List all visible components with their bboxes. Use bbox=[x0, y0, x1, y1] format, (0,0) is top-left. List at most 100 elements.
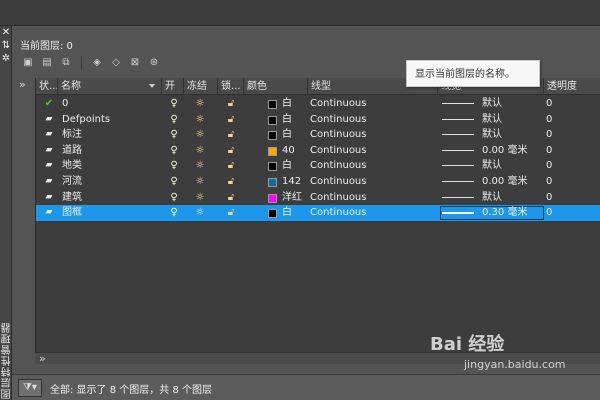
linetype-name[interactable]: Continuous bbox=[310, 112, 430, 128]
expand-filter-tree-icon[interactable]: » bbox=[16, 78, 34, 92]
set-current-icon[interactable]: ⊛ bbox=[146, 55, 162, 71]
pin-icon[interactable]: ⇅ bbox=[0, 39, 12, 52]
lineweight-sample bbox=[442, 103, 474, 104]
padlock-unlocked-icon[interactable]: 🔓︎ bbox=[221, 112, 241, 128]
transparency-value[interactable]: 0 bbox=[546, 112, 586, 128]
lightbulb-on-icon[interactable]: ♀ bbox=[166, 112, 182, 128]
delete-layer-icon[interactable]: ⊠ bbox=[127, 55, 143, 71]
layer-name[interactable]: 标注 bbox=[62, 127, 160, 143]
layer-sheet-icon: ▰ bbox=[45, 129, 53, 140]
column-header-color[interactable]: 颜色 bbox=[244, 78, 308, 95]
new-property-filter-icon[interactable]: ▣ bbox=[20, 55, 36, 71]
linetype-name[interactable]: Continuous bbox=[310, 127, 430, 143]
lineweight-value[interactable]: 0.00 毫米 bbox=[482, 174, 542, 190]
layer-name[interactable]: 地类 bbox=[62, 158, 160, 174]
padlock-unlocked-icon[interactable]: 🔓︎ bbox=[221, 190, 241, 206]
lightbulb-on-icon[interactable]: ♀ bbox=[166, 174, 182, 190]
color-swatch[interactable] bbox=[268, 146, 277, 156]
transparency-value[interactable]: 0 bbox=[546, 205, 586, 221]
sun-thawed-icon[interactable]: ☼ bbox=[188, 205, 212, 221]
linetype-name[interactable]: Continuous bbox=[310, 174, 430, 190]
lineweight-value[interactable]: 默认 bbox=[482, 112, 542, 128]
watermark-brand: Bai 经验 bbox=[430, 334, 505, 355]
layer-name[interactable]: 河流 bbox=[62, 174, 160, 190]
color-swatch[interactable] bbox=[268, 162, 277, 172]
sun-thawed-icon[interactable]: ☼ bbox=[188, 158, 212, 174]
color-swatch[interactable] bbox=[268, 193, 277, 203]
padlock-unlocked-icon[interactable]: 🔓︎ bbox=[221, 96, 241, 112]
filter-tree-pane: » bbox=[16, 78, 34, 358]
lightbulb-on-icon[interactable]: ♀ bbox=[166, 96, 182, 112]
transparency-value[interactable]: 0 bbox=[546, 127, 586, 143]
column-header-freeze[interactable]: 冻结 bbox=[184, 78, 218, 95]
lineweight-sample bbox=[442, 165, 474, 167]
scroll-expand-icon[interactable]: » bbox=[39, 352, 46, 365]
linetype-name[interactable]: Continuous bbox=[310, 158, 430, 174]
new-layer-vp-frozen-icon[interactable]: ◇ bbox=[108, 55, 124, 71]
column-header-on[interactable]: 开 bbox=[162, 78, 184, 95]
linetype-name[interactable]: Continuous bbox=[310, 96, 430, 112]
color-swatch[interactable] bbox=[268, 100, 277, 109]
lineweight-sample bbox=[442, 212, 474, 215]
new-layer-icon[interactable]: ◈ bbox=[89, 55, 105, 71]
transparency-value[interactable]: 0 bbox=[546, 174, 586, 190]
layer-row[interactable]: ▰ 标注 ♀ ☼ 🔓︎ 白 Continuous 默认 0 bbox=[36, 127, 600, 143]
layer-row[interactable]: ▰ 建筑 ♀ ☼ 🔓︎ 洋红 Continuous 默认 0 bbox=[36, 190, 600, 206]
lightbulb-on-icon[interactable]: ♀ bbox=[166, 190, 182, 206]
layer-name[interactable]: 建筑 bbox=[62, 190, 160, 206]
padlock-unlocked-icon[interactable]: 🔓︎ bbox=[221, 158, 241, 174]
transparency-value[interactable]: 0 bbox=[546, 143, 586, 159]
lightbulb-on-icon[interactable]: ♀ bbox=[166, 127, 182, 143]
layer-name[interactable]: Defpoints bbox=[62, 112, 160, 128]
lineweight-value[interactable]: 默认 bbox=[482, 96, 542, 112]
lineweight-value[interactable]: 默认 bbox=[482, 127, 542, 143]
layer-name[interactable]: 道路 bbox=[62, 143, 160, 159]
layer-states-manager-icon[interactable]: ⧉ bbox=[58, 55, 74, 71]
layer-name[interactable]: 图框 bbox=[62, 205, 160, 221]
column-header-status[interactable]: 状... bbox=[36, 78, 58, 95]
column-header-name[interactable]: 名称 bbox=[58, 78, 162, 95]
sun-thawed-icon[interactable]: ☼ bbox=[188, 127, 212, 143]
linetype-name[interactable]: Continuous bbox=[310, 205, 430, 221]
linetype-name[interactable]: Continuous bbox=[310, 143, 430, 159]
layer-row[interactable]: ▰ 道路 ♀ ☼ 🔓︎ 40 Continuous 0.00 毫米 0 bbox=[36, 143, 600, 159]
layer-row[interactable]: ▰ 地类 ♀ ☼ 🔓︎ 白 Continuous 默认 0 bbox=[36, 158, 600, 174]
layer-row[interactable]: ▰ Defpoints ♀ ☼ 🔓︎ 白 Continuous 默认 0 bbox=[36, 112, 600, 128]
settings-icon[interactable]: ✲ bbox=[0, 52, 12, 65]
sun-thawed-icon[interactable]: ☼ bbox=[188, 143, 212, 159]
color-swatch[interactable] bbox=[268, 209, 277, 219]
color-swatch[interactable] bbox=[268, 177, 277, 187]
lightbulb-on-icon[interactable]: ♀ bbox=[166, 158, 182, 174]
transparency-value[interactable]: 0 bbox=[546, 158, 586, 174]
padlock-unlocked-icon[interactable]: 🔓︎ bbox=[221, 127, 241, 143]
transparency-value[interactable]: 0 bbox=[546, 190, 586, 206]
close-icon[interactable]: ✕ bbox=[0, 26, 12, 39]
lineweight-value[interactable]: 默认 bbox=[482, 158, 542, 174]
layer-row[interactable]: ▰ 河流 ♀ ☼ 🔓︎ 142 Continuous 0.00 毫米 0 bbox=[36, 174, 600, 190]
layer-row-selected[interactable]: ▰ 图框 ♀ ☼ 🔓︎ 白 Continuous 0.30 毫米 0 bbox=[36, 205, 600, 221]
layer-row[interactable]: ✔ 0 ♀ ☼ 🔓︎ 白 Continuous 默认 0 bbox=[36, 96, 600, 112]
sort-descending-icon bbox=[149, 84, 155, 88]
lineweight-value[interactable]: 默认 bbox=[482, 190, 542, 206]
transparency-value[interactable]: 0 bbox=[546, 96, 586, 112]
padlock-unlocked-icon[interactable]: 🔓︎ bbox=[221, 174, 241, 190]
color-swatch[interactable] bbox=[268, 115, 277, 125]
new-group-filter-icon[interactable]: ▤ bbox=[39, 55, 55, 71]
padlock-unlocked-icon[interactable]: 🔓︎ bbox=[221, 143, 241, 159]
sun-thawed-icon[interactable]: ☼ bbox=[188, 96, 212, 112]
layer-name[interactable]: 0 bbox=[62, 96, 160, 112]
layer-sheet-icon: ▰ bbox=[45, 113, 53, 124]
column-header-transparency[interactable]: 透明度 bbox=[544, 78, 600, 95]
lightbulb-on-icon[interactable]: ♀ bbox=[166, 143, 182, 159]
padlock-unlocked-icon[interactable]: 🔓︎ bbox=[221, 205, 241, 221]
linetype-name[interactable]: Continuous bbox=[310, 190, 430, 206]
sun-thawed-icon[interactable]: ☼ bbox=[188, 112, 212, 128]
sun-thawed-icon[interactable]: ☼ bbox=[188, 190, 212, 206]
color-swatch[interactable] bbox=[268, 131, 277, 141]
column-header-lock[interactable]: 锁... bbox=[218, 78, 244, 95]
invert-filter-icon[interactable]: ⧩▾ bbox=[18, 379, 42, 397]
sun-thawed-icon[interactable]: ☼ bbox=[188, 174, 212, 190]
lineweight-value[interactable]: 0.00 毫米 bbox=[482, 143, 542, 159]
lineweight-value[interactable]: 0.30 毫米 bbox=[482, 205, 542, 221]
lightbulb-on-icon[interactable]: ♀ bbox=[166, 205, 182, 221]
